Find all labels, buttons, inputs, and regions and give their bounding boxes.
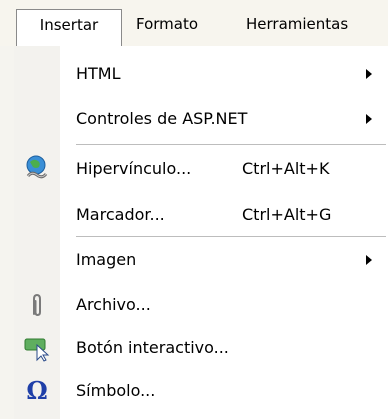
shortcut-label: Ctrl+Alt+G [242, 205, 332, 224]
menu-formato-label: Formato [136, 15, 199, 33]
menu-item-label: Símbolo... [76, 381, 156, 400]
paperclip-icon [22, 290, 52, 320]
menu-item-label: Hipervínculo... [76, 159, 192, 178]
menu-insertar[interactable]: Insertar [16, 9, 122, 47]
hyperlink-globe-icon [22, 154, 52, 184]
menu-bar: Insertar Formato Herramientas [0, 0, 388, 47]
menu-item-aspnet-controls[interactable]: Controles de ASP.NET [14, 98, 388, 140]
interactive-button-icon [22, 333, 52, 363]
menu-item-label: Botón interactivo... [76, 338, 229, 357]
menu-item-label: Imagen [76, 250, 137, 269]
menu-separator [76, 144, 386, 145]
menu-item-label: HTML [76, 64, 121, 83]
menu-item-interactive-button[interactable]: Botón interactivo... [14, 327, 388, 369]
menu-item-html[interactable]: HTML [14, 53, 388, 95]
menu-item-symbol[interactable]: Ω Símbolo... [14, 370, 388, 412]
background-editor-strip [0, 46, 14, 419]
menu-formato[interactable]: Formato [128, 9, 206, 39]
menu-item-hyperlink[interactable]: Hipervínculo... Ctrl+Alt+K [14, 148, 388, 190]
submenu-arrow-icon [366, 69, 372, 79]
menu-item-file[interactable]: Archivo... [14, 284, 388, 326]
menu-herramientas-label: Herramientas [246, 15, 349, 33]
menu-item-label: Controles de ASP.NET [76, 109, 248, 128]
menu-insertar-label: Insertar [39, 16, 99, 34]
menu-item-image[interactable]: Imagen [14, 239, 388, 281]
menu-item-bookmark[interactable]: Marcador... Ctrl+Alt+G [14, 194, 388, 236]
menu-herramientas[interactable]: Herramientas [238, 9, 356, 39]
omega-symbol-icon: Ω [26, 376, 48, 405]
submenu-arrow-icon [366, 114, 372, 124]
shortcut-label: Ctrl+Alt+K [242, 159, 330, 178]
menu-item-label: Archivo... [76, 295, 151, 314]
menu-item-label: Marcador... [76, 205, 165, 224]
menu-separator [76, 236, 386, 237]
submenu-arrow-icon [366, 255, 372, 265]
